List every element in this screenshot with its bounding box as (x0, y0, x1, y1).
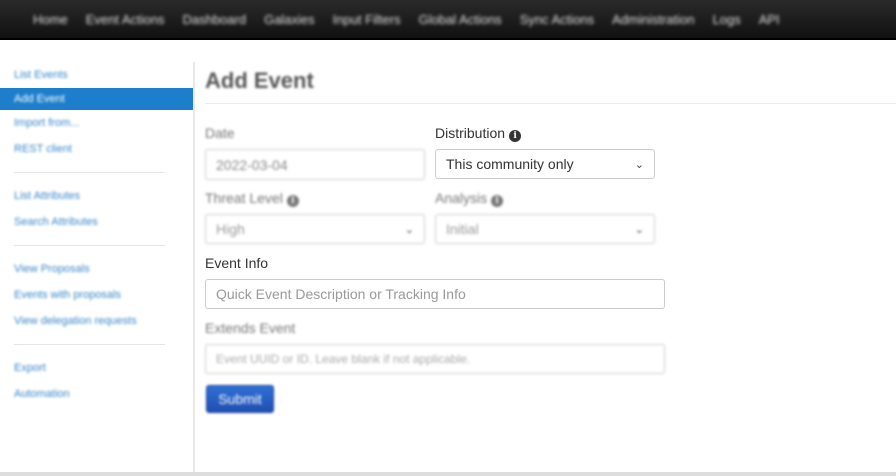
nav-administration[interactable]: Administration (612, 12, 694, 27)
sidebar-item-import[interactable]: Import from... (0, 110, 193, 136)
sidebar-item-export[interactable]: Export (0, 355, 193, 381)
threat-level-value: High (216, 221, 245, 237)
sidebar-item-label: Add Event (14, 93, 65, 105)
analysis-select[interactable]: Initial ⌄ (435, 214, 655, 244)
nav-global-actions[interactable]: Global Actions (419, 12, 502, 27)
nav-input-filters[interactable]: Input Filters (333, 12, 401, 27)
sidebar-item-automation[interactable]: Automation (0, 381, 193, 407)
submit-button[interactable]: Submit (206, 385, 274, 413)
nav-logs[interactable]: Logs (713, 12, 741, 27)
title-divider (205, 103, 896, 104)
sidebar-border (193, 62, 195, 476)
threat-level-select[interactable]: High ⌄ (205, 214, 425, 244)
distribution-label: Distribution i (435, 125, 522, 142)
nav-dashboard[interactable]: Dashboard (182, 12, 246, 27)
page-title: Add Event (205, 68, 314, 93)
date-input[interactable]: 2022-03-04 (205, 149, 425, 180)
extends-event-label: Extends Event (205, 320, 296, 336)
sidebar-item-view-proposals[interactable]: View Proposals (0, 256, 193, 282)
threat-level-label-text: Threat Level (205, 190, 283, 206)
sidebar-item-add-event[interactable]: Add Event (0, 88, 193, 110)
analysis-label-text: Analysis (435, 190, 488, 206)
chevron-down-icon: ⌄ (634, 223, 644, 236)
top-navbar: Home Event Actions Dashboard Galaxies In… (0, 0, 896, 40)
info-icon[interactable]: i (509, 130, 522, 142)
threat-level-label: Threat Level i (205, 190, 299, 207)
chevron-down-icon: ⌄ (404, 223, 414, 236)
sidebar-divider (14, 245, 165, 246)
nav-galaxies[interactable]: Galaxies (264, 12, 315, 27)
analysis-value: Initial (446, 221, 479, 237)
chevron-down-icon: ⌄ (634, 158, 644, 171)
info-icon[interactable]: i (491, 195, 504, 207)
extends-event-input[interactable]: Event UUID or ID. Leave blank if not app… (205, 344, 665, 374)
sidebar-item-rest-client[interactable]: REST client (0, 136, 193, 162)
analysis-label: Analysis i (435, 190, 504, 207)
distribution-value: This community only (446, 156, 574, 172)
distribution-select[interactable]: This community only ⌄ (435, 149, 655, 179)
nav-sync-actions[interactable]: Sync Actions (520, 12, 594, 27)
sidebar-item-events-with-proposals[interactable]: Events with proposals (0, 282, 193, 308)
sidebar-item-delegation-requests[interactable]: View delegation requests (0, 308, 193, 334)
nav-event-actions[interactable]: Event Actions (86, 12, 165, 27)
page-bottom-border (0, 472, 896, 476)
nav-home[interactable]: Home (33, 12, 68, 27)
sidebar-item-list-events[interactable]: List Events (0, 62, 193, 88)
main-content: Add Event (205, 62, 896, 100)
event-info-input[interactable]: Quick Event Description or Tracking Info (205, 279, 665, 309)
info-icon[interactable]: i (286, 195, 299, 207)
sidebar-item-search-attributes[interactable]: Search Attributes (0, 209, 193, 235)
date-label: Date (205, 125, 235, 141)
sidebar: List Events Add Event Import from... RES… (0, 62, 193, 407)
sidebar-divider (14, 172, 165, 173)
event-info-label: Event Info (205, 255, 269, 271)
sidebar-item-list-attributes[interactable]: List Attributes (0, 183, 193, 209)
sidebar-divider (14, 344, 165, 345)
nav-api[interactable]: API (759, 12, 780, 27)
distribution-label-text: Distribution (435, 125, 506, 141)
